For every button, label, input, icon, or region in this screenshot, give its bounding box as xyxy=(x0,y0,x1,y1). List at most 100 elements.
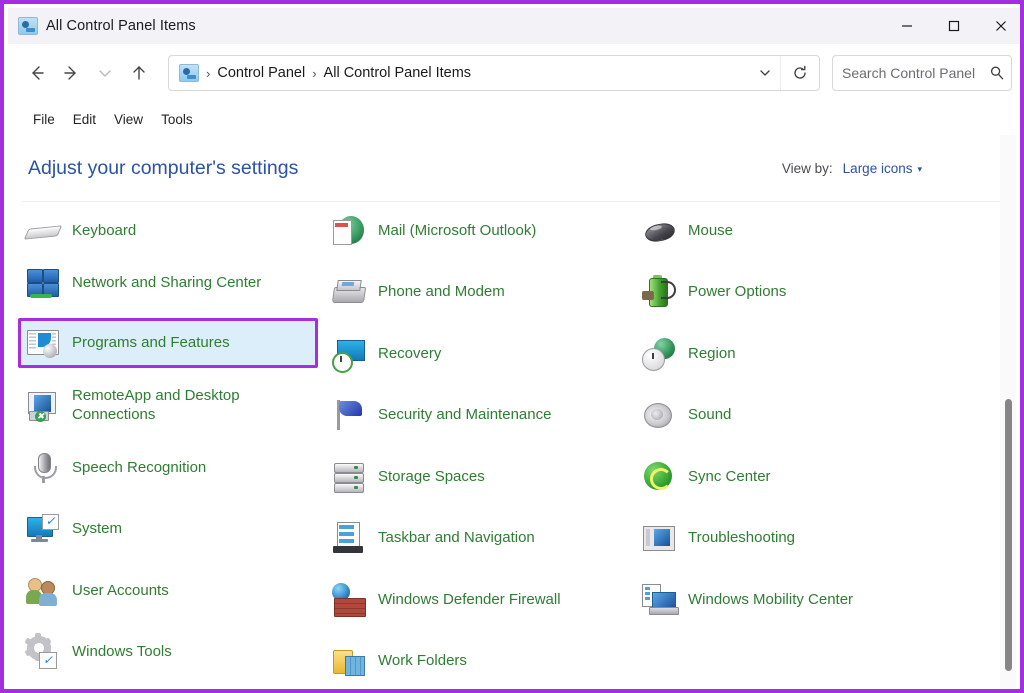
cp-item-speech-recognition[interactable]: Speech Recognition xyxy=(18,442,318,494)
cp-item-programs-and-features[interactable]: Programs and Features xyxy=(18,318,318,368)
vertical-scrollbar[interactable] xyxy=(1000,135,1016,693)
cp-item-work-folders[interactable]: Work Folders xyxy=(324,635,634,687)
security-flag-icon xyxy=(332,398,366,432)
troubleshooting-icon xyxy=(642,521,676,555)
refresh-icon xyxy=(792,65,808,81)
cp-item-mouse[interactable]: Mouse xyxy=(634,205,954,257)
cp-item-label: Security and Maintenance xyxy=(378,406,551,425)
cp-item-label: Mouse xyxy=(688,222,733,241)
magnifier-icon xyxy=(989,65,1005,81)
cp-item-label: Taskbar and Navigation xyxy=(378,529,535,548)
forward-button[interactable] xyxy=(54,56,88,90)
refresh-button[interactable] xyxy=(780,56,819,90)
search-box[interactable] xyxy=(832,55,1012,91)
view-by-value[interactable]: Large icons xyxy=(843,161,913,176)
cp-item-label: Recovery xyxy=(378,345,441,364)
breadcrumb-item-control-panel[interactable]: Control Panel xyxy=(217,65,305,81)
firewall-brick-icon xyxy=(332,583,366,617)
cp-item-label: RemoteApp and Desktop Connections xyxy=(72,387,318,425)
up-button[interactable] xyxy=(122,56,156,90)
header-divider xyxy=(22,201,1010,202)
cp-item-label: User Accounts xyxy=(72,582,169,601)
cp-item-storage-spaces[interactable]: Storage Spaces xyxy=(324,451,634,503)
close-button[interactable] xyxy=(977,8,1024,44)
cp-item-label: Power Options xyxy=(688,283,786,302)
breadcrumb-separator: › xyxy=(199,66,217,81)
cp-item-windows-defender-firewall[interactable]: Windows Defender Firewall xyxy=(324,574,634,626)
region-globe-clock-icon xyxy=(642,337,676,371)
cp-item-label: Windows Tools xyxy=(72,643,172,662)
cp-item-network-and-sharing-center[interactable]: Network and Sharing Center xyxy=(18,257,318,309)
cp-item-sound[interactable]: Sound xyxy=(634,389,954,441)
cp-item-mail-microsoft-outlook[interactable]: Mail (Microsoft Outlook) xyxy=(324,205,634,257)
minimize-button[interactable] xyxy=(883,8,930,44)
breadcrumb-separator: › xyxy=(305,66,323,81)
window-title: All Control Panel Items xyxy=(46,18,196,34)
search-icon[interactable] xyxy=(982,56,1011,90)
cp-item-region[interactable]: Region xyxy=(634,328,954,380)
minimize-icon xyxy=(901,20,913,32)
taskbar-icon xyxy=(332,521,366,555)
breadcrumb-control-panel-icon xyxy=(179,64,199,82)
phone-modem-icon xyxy=(332,275,366,309)
cp-item-label: Keyboard xyxy=(72,222,136,241)
maximize-button[interactable] xyxy=(930,8,977,44)
maximize-icon xyxy=(948,20,960,32)
cp-item-label: Sound xyxy=(688,406,731,425)
cp-item-windows-tools[interactable]: ✓ Windows Tools xyxy=(18,626,318,678)
chevron-down-icon xyxy=(758,66,772,80)
storage-disks-icon xyxy=(332,460,366,494)
cp-item-power-options[interactable]: Power Options xyxy=(634,266,954,318)
address-bar[interactable]: › Control Panel › All Control Panel Item… xyxy=(168,55,820,91)
speaker-icon xyxy=(642,398,676,432)
navigation-bar: › Control Panel › All Control Panel Item… xyxy=(8,44,1024,102)
menu-bar: File Edit View Tools xyxy=(8,104,1024,134)
cp-item-system[interactable]: ✓ System xyxy=(18,503,318,555)
gear-tools-icon: ✓ xyxy=(26,635,60,669)
cp-item-label: Network and Sharing Center xyxy=(72,274,261,293)
address-history-button[interactable] xyxy=(750,56,780,90)
cp-item-label: Mail (Microsoft Outlook) xyxy=(378,222,536,241)
battery-power-icon xyxy=(642,275,676,309)
cp-item-remoteapp-and-desktop-connections[interactable]: ✖ RemoteApp and Desktop Connections xyxy=(18,380,318,432)
cp-item-label: Storage Spaces xyxy=(378,468,485,487)
cp-item-label: Work Folders xyxy=(378,652,467,671)
recovery-clock-icon xyxy=(332,337,366,371)
cp-item-label: Region xyxy=(688,345,736,364)
menu-item-view[interactable]: View xyxy=(105,109,152,130)
arrow-right-icon xyxy=(62,64,80,82)
chevron-down-icon[interactable]: ▾ xyxy=(917,164,922,175)
cp-item-user-accounts[interactable]: User Accounts xyxy=(18,565,318,617)
cp-item-recovery[interactable]: Recovery xyxy=(324,328,634,380)
cp-item-label: Sync Center xyxy=(688,468,771,487)
user-accounts-icon xyxy=(26,574,60,608)
control-panel-icon xyxy=(18,17,38,35)
chevron-down-icon xyxy=(97,65,113,81)
arrow-up-icon xyxy=(130,64,148,82)
cp-item-windows-mobility-center[interactable]: Windows Mobility Center xyxy=(634,574,954,626)
cp-item-sync-center[interactable]: Sync Center xyxy=(634,451,954,503)
cp-item-label: Speech Recognition xyxy=(72,459,206,478)
view-by-label: View by: xyxy=(782,161,833,176)
content-area: Adjust your computer's settings View by:… xyxy=(8,135,1024,693)
view-by-control: View by: Large icons ▾ xyxy=(782,161,922,176)
breadcrumb-item-all-control-panel-items[interactable]: All Control Panel Items xyxy=(324,65,471,81)
cp-item-keyboard[interactable]: Keyboard xyxy=(18,205,318,257)
menu-item-tools[interactable]: Tools xyxy=(152,109,202,130)
window-controls xyxy=(883,8,1024,44)
cp-item-phone-and-modem[interactable]: Phone and Modem xyxy=(324,266,634,318)
menu-item-edit[interactable]: Edit xyxy=(64,109,105,130)
cp-item-security-and-maintenance[interactable]: Security and Maintenance xyxy=(324,389,634,441)
back-button[interactable] xyxy=(20,56,54,90)
scrollbar-thumb[interactable] xyxy=(1005,399,1012,671)
menu-item-file[interactable]: File xyxy=(24,109,64,130)
mail-globe-icon xyxy=(332,214,366,248)
cp-item-label: System xyxy=(72,520,122,539)
system-monitor-icon: ✓ xyxy=(26,512,60,546)
search-input[interactable] xyxy=(833,64,982,82)
cp-item-taskbar-and-navigation[interactable]: Taskbar and Navigation xyxy=(324,512,634,564)
cp-item-troubleshooting[interactable]: Troubleshooting xyxy=(634,512,954,564)
recent-locations-button[interactable] xyxy=(88,56,122,90)
mouse-icon xyxy=(642,214,676,248)
arrow-left-icon xyxy=(28,64,46,82)
